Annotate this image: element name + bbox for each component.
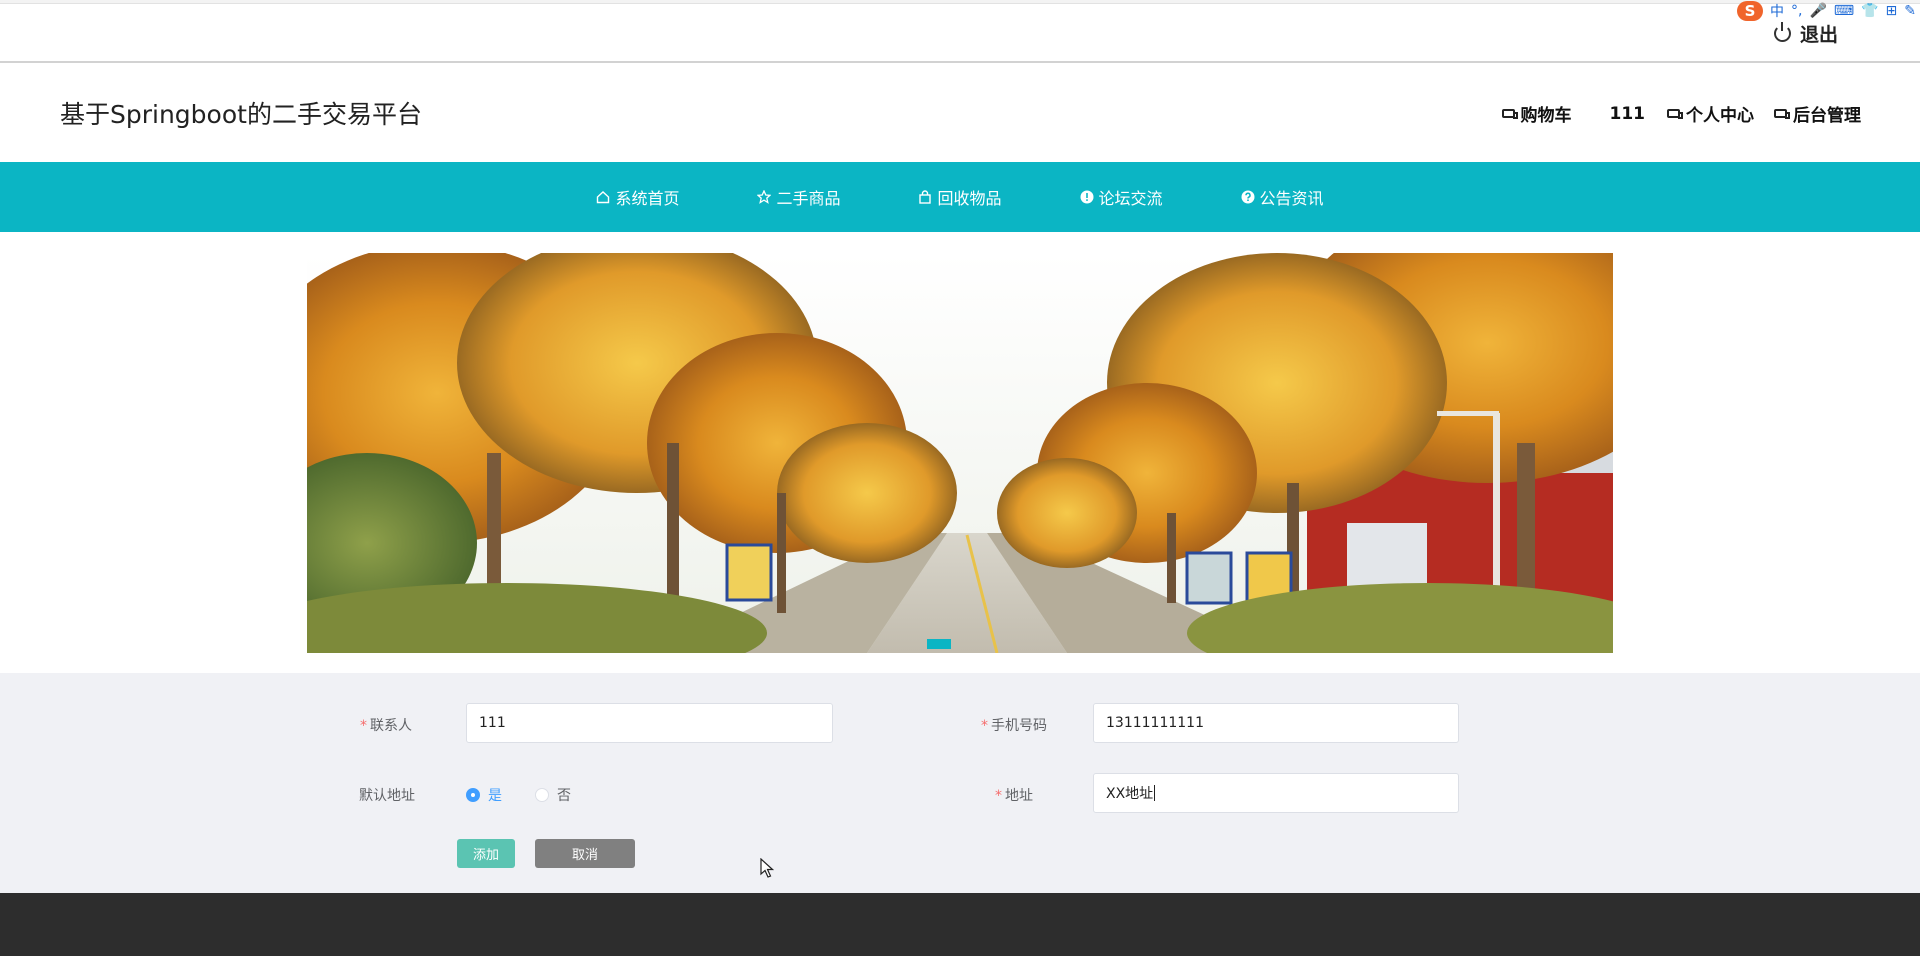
header-links: 购物车 111 个人中心 后台管理	[1501, 101, 1861, 126]
radio-yes-label: 是	[488, 788, 502, 804]
bag-icon	[918, 190, 932, 204]
nav-item-news[interactable]: 公告资讯	[1241, 185, 1324, 209]
truck-icon	[1501, 109, 1518, 119]
address-label-text: 地址	[1005, 788, 1033, 804]
truck-icon	[1774, 109, 1790, 119]
nav-item-home[interactable]: 系统首页	[596, 185, 679, 209]
address-label: * 地址	[995, 785, 1033, 805]
ime-toolbox-icon[interactable]: ⊞	[1886, 3, 1898, 19]
nav-label: 系统首页	[615, 189, 680, 208]
logout-button[interactable]: 退出	[1773, 20, 1838, 47]
banner-carousel[interactable]	[307, 253, 1613, 653]
nav-label: 公告资讯	[1259, 189, 1324, 208]
admin-label: 后台管理	[1793, 106, 1861, 126]
contact-value: 111	[479, 715, 506, 731]
nav-item-forum[interactable]: 论坛交流	[1080, 185, 1163, 209]
required-mark: *	[360, 718, 367, 734]
home-icon	[596, 190, 610, 204]
site-footer	[0, 893, 1920, 956]
username-text: 111	[1609, 103, 1646, 124]
main-navbar: 系统首页 二手商品 回收物品 论坛交流 公告资讯	[0, 162, 1920, 232]
question-circle-icon	[1241, 190, 1255, 204]
address-input[interactable]: XX地址	[1093, 773, 1459, 813]
nav-label: 论坛交流	[1098, 189, 1163, 208]
admin-link[interactable]: 后台管理	[1774, 101, 1861, 126]
default-address-yes-radio[interactable]: 是	[466, 785, 502, 805]
phone-label: * 手机号码	[981, 715, 1047, 735]
nav-item-recycle[interactable]: 回收物品	[918, 185, 1002, 209]
nav-label: 二手商品	[776, 189, 841, 208]
phone-value: 13111111111	[1106, 715, 1204, 731]
browser-top-strip	[0, 0, 1920, 4]
ime-mic-icon[interactable]: 🎤	[1809, 3, 1826, 19]
cancel-button[interactable]: 取消	[535, 839, 635, 868]
site-title: 基于Springboot的二手交易平台	[60, 100, 422, 129]
radio-unchecked-icon	[535, 788, 549, 802]
required-mark: *	[995, 788, 1002, 804]
contact-input[interactable]: 111	[466, 703, 833, 743]
contact-label-text: 联系人	[370, 718, 412, 734]
username-label: 111	[1610, 104, 1646, 124]
sogou-logo-icon[interactable]: S	[1736, 1, 1763, 21]
nav-label: 回收物品	[937, 189, 1002, 208]
address-value: XX地址	[1106, 786, 1154, 802]
cart-link[interactable]: 购物车	[1501, 101, 1572, 126]
power-icon	[1773, 22, 1791, 42]
radio-no-label: 否	[557, 788, 571, 804]
ime-edit-icon[interactable]: ✎	[1904, 3, 1916, 19]
ime-punct-icon[interactable]: °,	[1791, 3, 1802, 19]
default-address-no-radio[interactable]: 否	[535, 785, 571, 805]
nav-item-products[interactable]: 二手商品	[757, 185, 840, 209]
required-mark: *	[981, 718, 988, 734]
logout-label: 退出	[1799, 24, 1838, 46]
ime-toolbar: S 中 °, 🎤 ⌨ 👕 ⊞ ✎	[1731, 0, 1920, 22]
contact-label: * 联系人	[360, 715, 412, 735]
address-form	[0, 673, 1920, 893]
cart-label: 购物车	[1520, 106, 1572, 126]
text-cursor	[1154, 785, 1156, 801]
phone-input[interactable]: 13111111111	[1093, 703, 1459, 743]
site-header: 基于Springboot的二手交易平台 购物车 111 个人中心 后台管理	[0, 63, 1920, 162]
profile-link[interactable]: 个人中心	[1667, 101, 1754, 126]
default-address-label: 默认地址	[359, 788, 415, 804]
mouse-pointer-icon	[760, 857, 775, 882]
banner-image	[307, 253, 1613, 653]
ime-keyboard-icon[interactable]: ⌨	[1834, 3, 1854, 19]
profile-label: 个人中心	[1686, 106, 1754, 126]
star-icon	[757, 190, 772, 204]
radio-checked-icon	[466, 788, 480, 802]
ime-chinese-mode[interactable]: 中	[1770, 1, 1784, 21]
truck-icon	[1667, 109, 1683, 119]
phone-label-text: 手机号码	[991, 718, 1047, 734]
carousel-indicator[interactable]	[927, 639, 951, 649]
exclamation-circle-icon	[1080, 190, 1094, 204]
add-button[interactable]: 添加	[457, 839, 515, 868]
ime-skin-icon[interactable]: 👕	[1861, 3, 1878, 19]
